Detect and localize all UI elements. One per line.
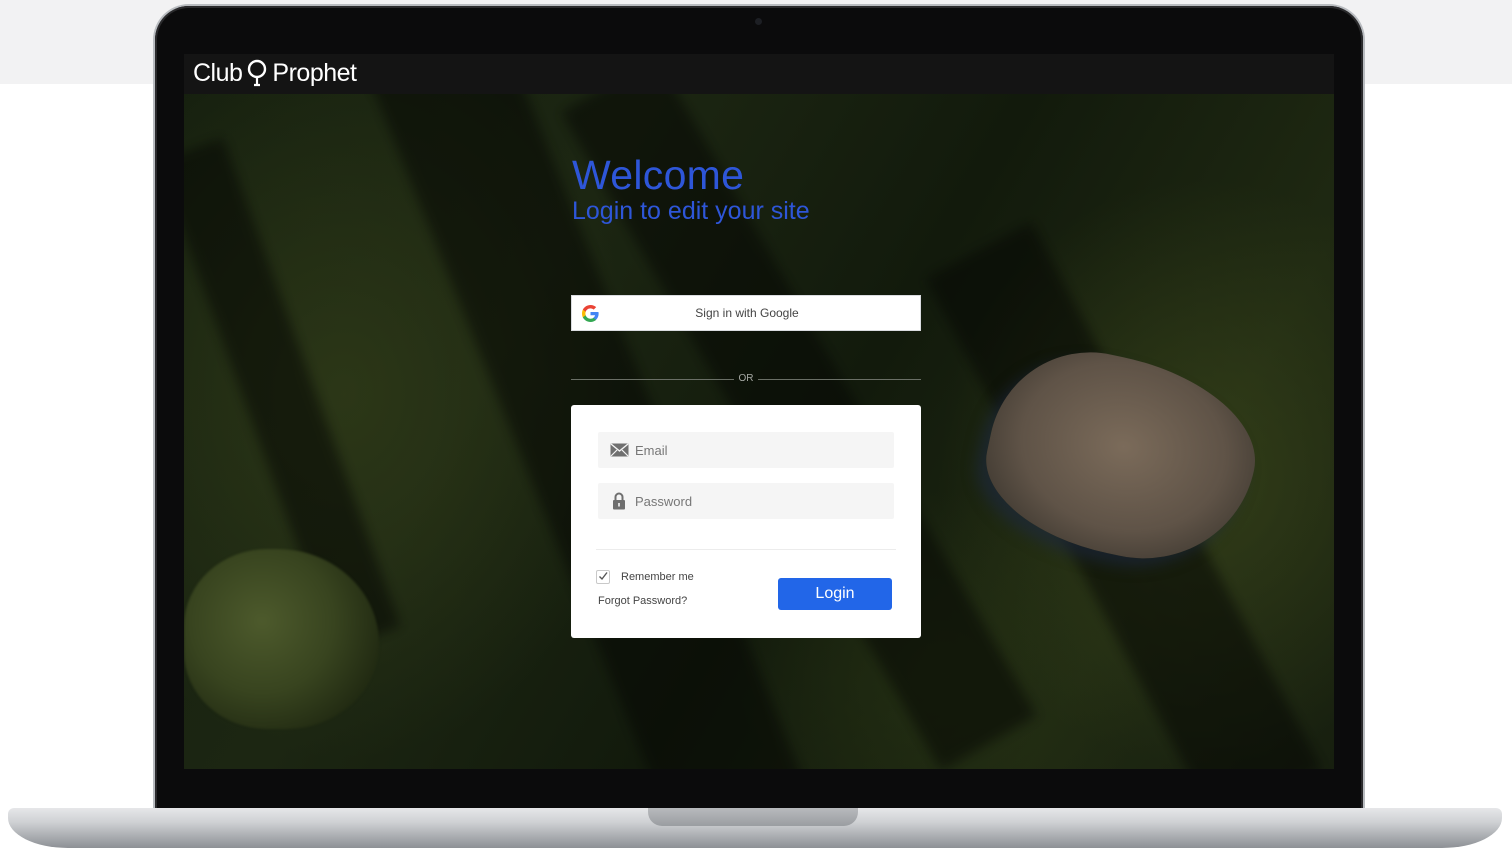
brand-name-left: Club <box>193 58 243 87</box>
password-field[interactable] <box>598 483 894 519</box>
site-header: Club Prophet <box>184 54 1334 94</box>
welcome-title: Welcome <box>572 152 745 198</box>
password-input[interactable] <box>635 493 875 509</box>
golf-pin-logo-icon <box>248 59 267 87</box>
email-input[interactable] <box>635 442 875 458</box>
camera-icon <box>755 18 762 25</box>
google-signin-button[interactable]: Sign in with Google <box>571 295 921 331</box>
card-divider <box>596 549 896 550</box>
brand-name-right: Prophet <box>272 58 357 87</box>
login-button[interactable]: Login <box>778 578 892 610</box>
remember-me-checkbox[interactable]: Remember me <box>596 570 694 584</box>
lock-icon <box>609 491 629 511</box>
google-signin-label: Sign in with Google <box>695 306 799 320</box>
laptop-screen: Club Prophet Welcome Login to edit your … <box>184 54 1334 769</box>
remember-me-label: Remember me <box>621 571 694 583</box>
brand-logo[interactable]: Club Prophet <box>193 57 357 89</box>
login-card: Remember me Forgot Password? Login <box>571 405 921 638</box>
checkbox-icon[interactable] <box>596 570 610 584</box>
welcome-subtitle: Login to edit your site <box>572 197 810 225</box>
or-label: OR <box>738 373 754 384</box>
laptop-notch <box>648 808 858 826</box>
email-field[interactable] <box>598 432 894 468</box>
envelope-icon <box>609 440 629 460</box>
forgot-password-link[interactable]: Forgot Password? <box>598 595 687 607</box>
or-divider: OR <box>571 371 921 387</box>
